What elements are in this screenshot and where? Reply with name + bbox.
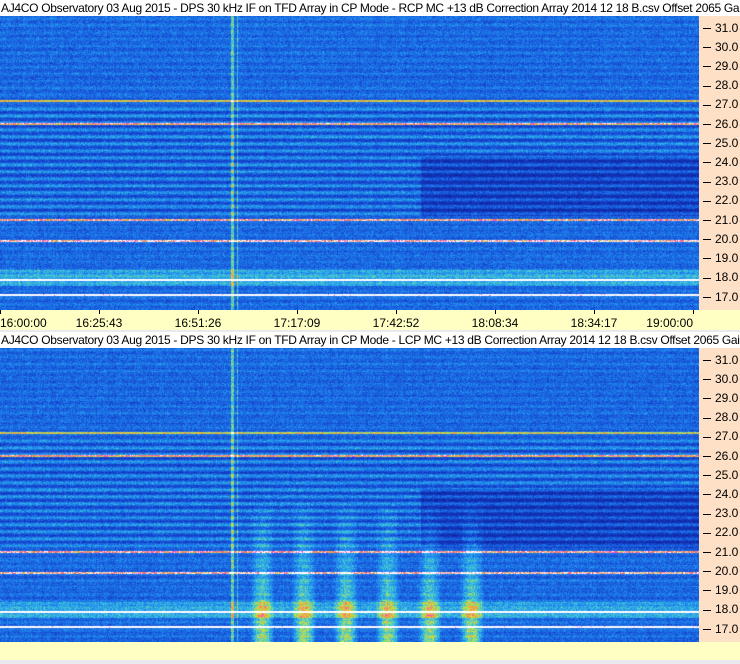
y-tick-label: 21.0 xyxy=(703,214,738,226)
y-tick-label: 26.0 xyxy=(703,450,738,462)
y-tick-label: 17.0 xyxy=(703,291,738,303)
y-tick-label: 28.0 xyxy=(703,411,738,423)
y-tick-label: 23.0 xyxy=(703,175,738,187)
lcp-title: AJ4CO Observatory 03 Aug 2015 - DPS 30 k… xyxy=(0,332,740,348)
y-tick-label: 19.0 xyxy=(703,584,738,596)
y-tick-label: 23.0 xyxy=(703,507,738,519)
x-tick-mark xyxy=(297,310,298,314)
x-tick-label: 16:25:43 xyxy=(75,316,123,330)
y-tick-label: 21.0 xyxy=(703,546,738,558)
y-tick-label: 24.0 xyxy=(703,156,738,168)
y-tick-label: 18.0 xyxy=(703,603,738,615)
lcp-spectrogram xyxy=(0,348,699,642)
rcp-frequency-axis: 31.0 30.0 29.0 28.0 27.0 26.0 25.0 24.0 23.0 22.0… xyxy=(699,16,740,310)
y-tick-label: 17.0 xyxy=(703,623,738,635)
lcp-time-axis-blank xyxy=(0,642,740,660)
rcp-spectrogram xyxy=(0,16,699,310)
y-tick-label: 30.0 xyxy=(703,41,738,53)
lcp-frequency-axis: 31.0 30.0 29.0 28.0 27.0 26.0 25.0 24.0 23.0 22.0… xyxy=(699,348,740,642)
rcp-title: AJ4CO Observatory 03 Aug 2015 - DPS 30 k… xyxy=(0,0,740,16)
x-tick-label: 18:08:34 xyxy=(471,316,519,330)
y-tick-label: 31.0 xyxy=(703,354,738,366)
x-tick-label: 16:51:26 xyxy=(174,316,222,330)
x-tick-mark xyxy=(0,310,1,314)
time-axis: 16:00:00 16:25:43 16:51:26 17:17:09 17:42:52… xyxy=(0,310,740,330)
x-tick-label: 16:00:00 xyxy=(0,316,47,330)
x-tick-label: 17:17:09 xyxy=(273,316,321,330)
y-tick-label: 20.0 xyxy=(703,565,738,577)
x-tick-label: 18:34:17 xyxy=(570,316,618,330)
y-tick-label: 31.0 xyxy=(703,22,738,34)
x-tick-mark xyxy=(99,310,100,314)
y-tick-label: 27.0 xyxy=(703,98,738,110)
y-tick-label: 18.0 xyxy=(703,271,738,283)
y-tick-label: 22.0 xyxy=(703,194,738,206)
y-tick-label: 28.0 xyxy=(703,79,738,91)
x-tick-label: 19:00:00 xyxy=(646,316,693,330)
y-tick-label: 30.0 xyxy=(703,373,738,385)
y-tick-label: 19.0 xyxy=(703,252,738,264)
y-tick-label: 20.0 xyxy=(703,233,738,245)
x-tick-mark xyxy=(693,310,694,314)
y-tick-label: 25.0 xyxy=(703,137,738,149)
x-tick-label: 17:42:52 xyxy=(372,316,420,330)
x-tick-mark xyxy=(396,310,397,314)
y-tick-label: 27.0 xyxy=(703,430,738,442)
y-tick-label: 25.0 xyxy=(703,469,738,481)
y-tick-label: 24.0 xyxy=(703,488,738,500)
y-tick-label: 26.0 xyxy=(703,118,738,130)
y-tick-label: 29.0 xyxy=(703,392,738,404)
y-tick-label: 22.0 xyxy=(703,526,738,538)
x-tick-mark xyxy=(594,310,595,314)
x-tick-mark xyxy=(198,310,199,314)
y-tick-label: 29.0 xyxy=(703,60,738,72)
x-tick-mark xyxy=(495,310,496,314)
